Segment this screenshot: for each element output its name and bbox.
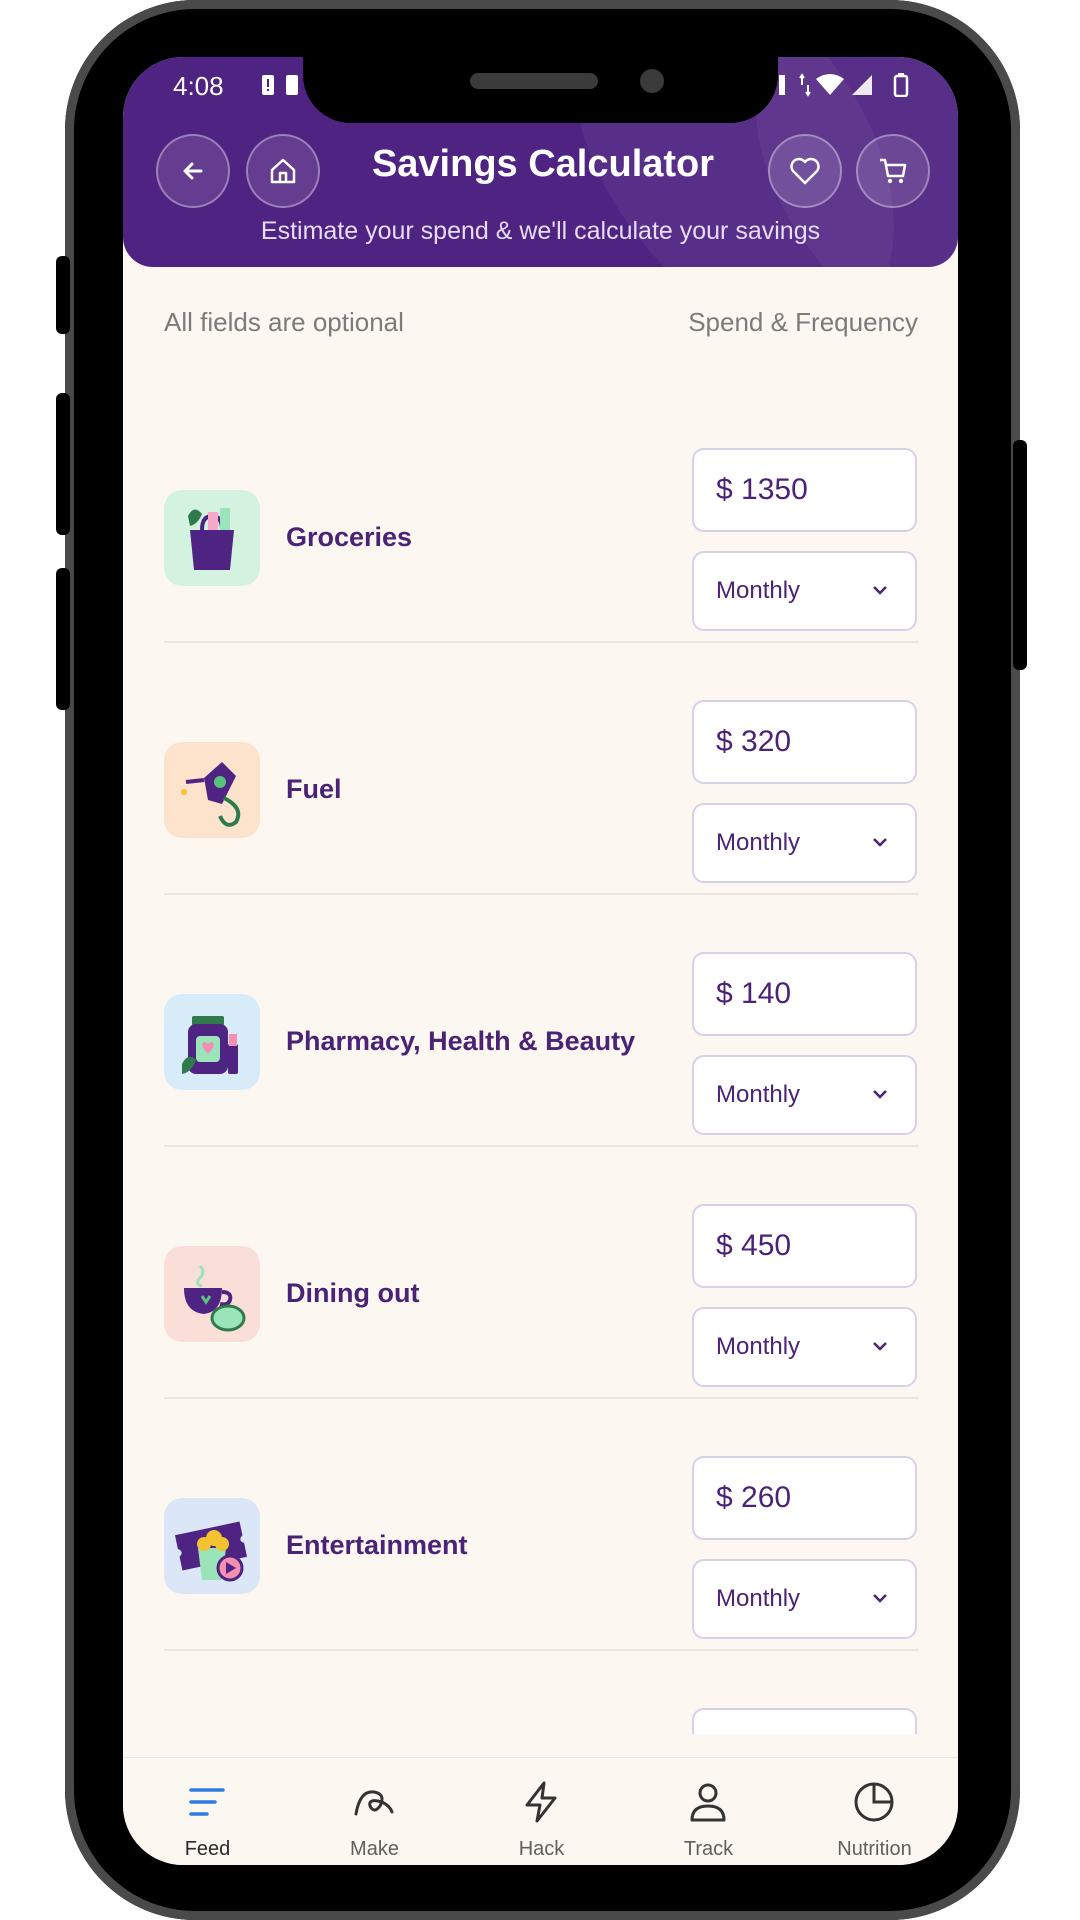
status-time: 4:08 — [173, 71, 224, 101]
category-label: Fuel — [286, 774, 342, 804]
amount-input[interactable]: $ 260 — [692, 1456, 917, 1540]
category-row-groceries: Groceries $ 1350 Monthly — [164, 391, 919, 643]
scroll-clip: $ 220 — [123, 1651, 958, 1734]
mute-switch — [56, 256, 70, 334]
cell-signal-icon — [850, 73, 874, 102]
frequency-select[interactable]: Monthly — [692, 1559, 917, 1639]
back-button[interactable] — [156, 134, 230, 208]
page-title: Savings Calculator — [371, 143, 715, 185]
category-row-fuel: Fuel $ 320 Monthly — [164, 643, 919, 895]
frequency-select[interactable]: Monthly — [692, 803, 917, 883]
volume-up-button — [56, 393, 70, 535]
tab-hack[interactable]: Hack — [458, 1758, 625, 1865]
frequency-value: Monthly — [716, 577, 801, 604]
heart-icon — [790, 157, 820, 185]
frequency-select[interactable]: Monthly — [692, 1055, 917, 1135]
bottom-tab-bar: Feed Make Hack Track Nutrition — [123, 1757, 958, 1865]
category-row-entertainment: Entertainment $ 260 Monthly — [164, 1399, 919, 1651]
amount-input[interactable]: $ 320 — [692, 700, 917, 784]
lightning-icon — [525, 1781, 557, 1823]
frequency-value: Monthly — [716, 1081, 801, 1108]
pie-chart-icon — [854, 1782, 894, 1822]
person-icon — [690, 1783, 726, 1822]
cart-icon — [880, 158, 907, 184]
frequency-value: Monthly — [716, 1585, 801, 1612]
tab-label: Nutrition — [837, 1838, 912, 1860]
amount-input[interactable]: $ 220 — [692, 1708, 917, 1734]
cart-button[interactable] — [856, 134, 930, 208]
data-arrows-icon — [799, 73, 811, 102]
frequency-value: Monthly — [716, 1333, 801, 1360]
tab-label: Feed — [184, 1838, 231, 1860]
earpiece — [470, 73, 598, 89]
frequency-select[interactable]: Monthly — [692, 551, 917, 631]
tab-label: Hack — [518, 1838, 565, 1860]
tab-track[interactable]: Track — [625, 1758, 792, 1865]
notification-icon — [285, 73, 299, 102]
app-screen: 4:08 Savings Calculator Estimate your sp… — [123, 57, 958, 1865]
optional-note: All fields are optional — [164, 307, 404, 337]
category-row-pharmacy: Pharmacy, Health & Beauty $ 140 Monthly — [164, 895, 919, 1147]
home-button[interactable] — [246, 134, 320, 208]
home-icon — [270, 158, 296, 184]
battery-icon — [893, 73, 909, 102]
feed-icon — [189, 1788, 225, 1816]
favorite-button[interactable] — [768, 134, 842, 208]
amount-input[interactable]: $ 140 — [692, 952, 917, 1036]
popcorn-ticket-icon — [164, 1498, 260, 1594]
spend-frequency-note: Spend & Frequency — [688, 307, 918, 337]
wifi-icon — [815, 73, 845, 102]
grocery-bag-icon — [164, 490, 260, 586]
whisk-icon — [354, 1790, 394, 1816]
frequency-value: Monthly — [716, 829, 801, 856]
tab-feed[interactable]: Feed — [124, 1758, 291, 1865]
category-label: Pharmacy, Health & Beauty — [286, 1026, 636, 1056]
tab-label: Make — [350, 1838, 399, 1860]
coffee-cup-icon — [164, 1246, 260, 1342]
frequency-select[interactable]: Monthly — [692, 1307, 917, 1387]
volume-down-button — [56, 568, 70, 710]
sim-icon — [778, 73, 788, 102]
category-row-partial: $ 220 — [164, 1651, 919, 1734]
tab-label: Track — [683, 1838, 734, 1860]
battery-alert-icon — [260, 73, 276, 102]
front-camera — [640, 69, 664, 93]
category-label: Groceries — [286, 522, 413, 552]
fuel-nozzle-icon — [164, 742, 260, 838]
category-label: Entertainment — [286, 1530, 468, 1560]
category-row-dining: Dining out $ 450 Monthly — [164, 1147, 919, 1399]
arrow-left-icon — [183, 162, 203, 180]
amount-input[interactable]: $ 1350 — [692, 448, 917, 532]
pharmacy-bottle-icon — [164, 994, 260, 1090]
tab-make[interactable]: Make — [291, 1758, 458, 1865]
page-subtitle: Estimate your spend & we'll calculate yo… — [260, 217, 821, 245]
phone-notch — [303, 57, 778, 123]
power-button — [1013, 440, 1027, 670]
tab-nutrition[interactable]: Nutrition — [791, 1758, 958, 1865]
category-label: Dining out — [286, 1278, 420, 1308]
amount-input[interactable]: $ 450 — [692, 1204, 917, 1288]
